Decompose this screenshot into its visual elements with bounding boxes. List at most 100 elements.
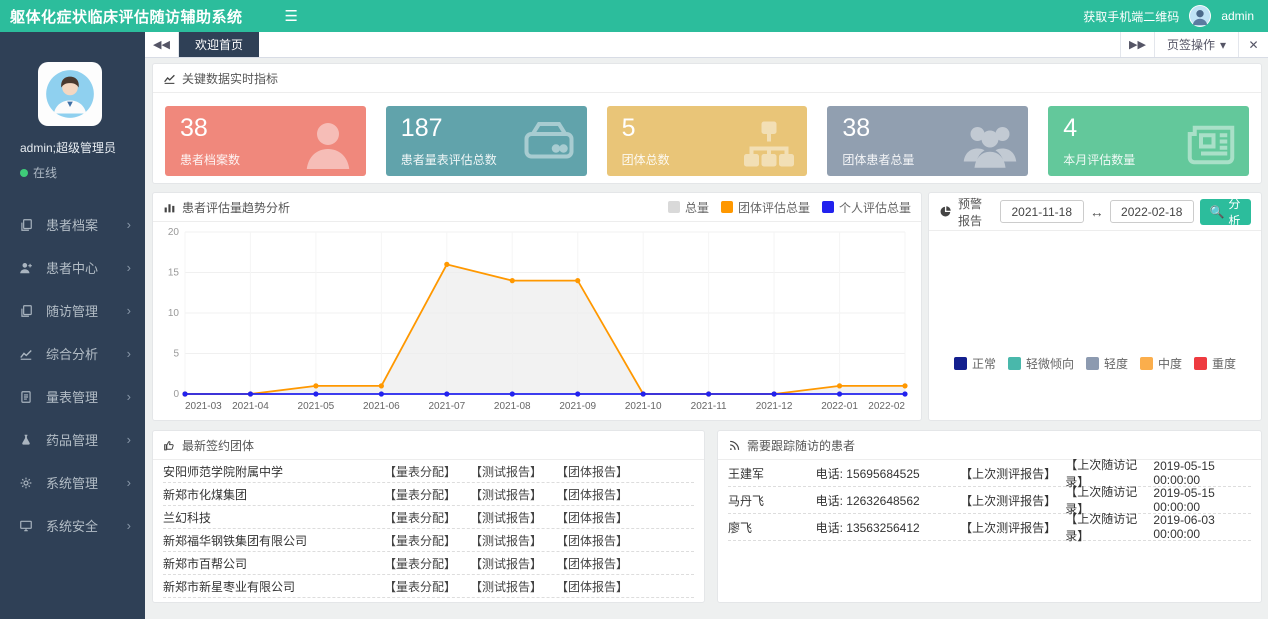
sidebar-item-7[interactable]: 系统安全›: [0, 504, 145, 547]
sidebar-item-5[interactable]: 药品管理›: [0, 418, 145, 461]
sidebar-item-label: 患者中心: [46, 258, 127, 277]
stat-card-0: 38患者档案数: [165, 106, 366, 176]
sidebar-item-6[interactable]: 系统管理›: [0, 461, 145, 504]
svg-text:5: 5: [173, 349, 179, 360]
last-assessment-report-link[interactable]: 【上次测评报告】: [960, 519, 1065, 536]
file-text-icon: [18, 390, 34, 404]
mobile-qr-link[interactable]: 获取手机端二维码: [1083, 8, 1179, 25]
sidebar-item-label: 量表管理: [46, 387, 127, 406]
user-avatar[interactable]: [1189, 5, 1211, 27]
date-to-input[interactable]: [1110, 200, 1194, 223]
last-assessment-report-link[interactable]: 【上次测评报告】: [960, 465, 1065, 482]
trend-legend-item-0[interactable]: 总量: [668, 199, 709, 216]
thumbs-up-icon: [163, 439, 176, 452]
group-name: 兰幻科技: [163, 509, 370, 526]
warning-chart-area: 正常轻微倾向轻度中度重度: [929, 231, 1261, 420]
followup-patients-panel: 需要跟踪随访的患者 王建军电话: 15695684525【上次测评报告】【上次随…: [717, 430, 1262, 603]
sidebar-item-label: 系统管理: [46, 473, 127, 492]
sidebar-item-2[interactable]: 随访管理›: [0, 289, 145, 332]
hamburger-menu-icon[interactable]: ☰: [285, 7, 298, 25]
stat-card-1: 187患者量表评估总数: [386, 106, 587, 176]
warning-legend-item-0[interactable]: 正常: [954, 355, 996, 372]
bar-chart-icon: [163, 201, 176, 214]
patient-phone: 电话: 15695684525: [816, 465, 961, 482]
trend-legend-item-2[interactable]: 个人评估总量: [822, 199, 911, 216]
last-assessment-report-link[interactable]: 【上次测评报告】: [960, 492, 1065, 509]
chevron-right-icon: ›: [127, 389, 131, 404]
legend-swatch: [822, 201, 834, 213]
svg-text:2022-01: 2022-01: [821, 401, 858, 412]
group-action-2-link[interactable]: 【团体报告】: [556, 532, 628, 549]
group-action-0-link[interactable]: 【量表分配】: [384, 509, 456, 526]
warning-legend-item-2[interactable]: 轻度: [1086, 355, 1128, 372]
group-action-0-link[interactable]: 【量表分配】: [384, 578, 456, 595]
stat-card-4: 4本月评估数量: [1048, 106, 1249, 176]
sidebar-item-label: 患者档案: [46, 215, 127, 234]
flask-icon: [18, 433, 34, 447]
sidebar-item-label: 随访管理: [46, 301, 127, 320]
group-action-2-link[interactable]: 【团体报告】: [556, 578, 628, 595]
sidebar-item-0[interactable]: 患者档案›: [0, 203, 145, 246]
sidebar-item-1[interactable]: 患者中心›: [0, 246, 145, 289]
patient-phone: 电话: 12632648562: [816, 492, 961, 509]
chevron-down-icon: ▾: [1220, 38, 1226, 52]
close-tab-button[interactable]: ✕: [1238, 32, 1268, 57]
patient-row-0: 王建军电话: 15695684525【上次测评报告】【上次随访记录】2019-0…: [728, 460, 1251, 487]
group-action-2-link[interactable]: 【团体报告】: [556, 486, 628, 503]
legend-label: 个人评估总量: [839, 199, 911, 216]
last-followup-record-link[interactable]: 【上次随访记录】: [1065, 510, 1149, 544]
warning-legend-item-4[interactable]: 重度: [1194, 355, 1236, 372]
users-icon: [960, 114, 1020, 174]
svg-text:0: 0: [173, 389, 179, 400]
sidebar-item-3[interactable]: 综合分析›: [0, 332, 145, 375]
range-arrow-icon: ↔: [1090, 204, 1104, 220]
panel-title: 患者评估量趋势分析: [182, 199, 290, 216]
tab-home[interactable]: 欢迎首页: [179, 32, 259, 57]
desktop-icon: [18, 519, 34, 533]
key-indicators-panel: 关键数据实时指标 38患者档案数187患者量表评估总数5团体总数38团体患者总量…: [152, 63, 1262, 184]
group-name: 新郑市化煤集团: [163, 486, 370, 503]
group-action-0-link[interactable]: 【量表分配】: [384, 555, 456, 572]
group-action-0-link[interactable]: 【量表分配】: [384, 463, 456, 480]
group-row-2: 兰幻科技【量表分配】【测试报告】【团体报告】: [163, 506, 694, 529]
analyze-button[interactable]: 🔍分析: [1200, 199, 1251, 225]
profile-avatar[interactable]: [38, 62, 102, 126]
tab-spacer: [259, 32, 1120, 57]
date-from-input[interactable]: [1000, 200, 1084, 223]
group-action-1-link[interactable]: 【测试报告】: [470, 463, 542, 480]
legend-label: 正常: [972, 355, 996, 372]
trend-line-chart[interactable]: 051015202021-032021-042021-052021-062021…: [153, 222, 919, 418]
group-name: 新郑市新星枣业有限公司: [163, 578, 370, 595]
app-header: 躯体化症状临床评估随访辅助系统 ☰ 获取手机端二维码 admin: [0, 0, 1268, 32]
group-action-0-link[interactable]: 【量表分配】: [384, 486, 456, 503]
sidebar-menu: 患者档案›患者中心›随访管理›综合分析›量表管理›药品管理›系统管理›系统安全›: [0, 203, 145, 547]
warning-legend-item-3[interactable]: 中度: [1140, 355, 1182, 372]
group-name: 新郑市百帮公司: [163, 555, 370, 572]
panel-title: 预警报告: [958, 195, 994, 229]
group-action-2-link[interactable]: 【团体报告】: [556, 555, 628, 572]
scroll-tabs-right-button[interactable]: ▶▶: [1120, 32, 1154, 57]
group-action-1-link[interactable]: 【测试报告】: [470, 532, 542, 549]
group-action-1-link[interactable]: 【测试报告】: [470, 486, 542, 503]
group-action-1-link[interactable]: 【测试报告】: [470, 555, 542, 572]
rss-icon: [728, 439, 741, 452]
username[interactable]: admin: [1221, 9, 1254, 23]
sidebar-item-4[interactable]: 量表管理›: [0, 375, 145, 418]
group-action-1-link[interactable]: 【测试报告】: [470, 509, 542, 526]
trend-legend-item-1[interactable]: 团体评估总量: [721, 199, 810, 216]
group-action-2-link[interactable]: 【团体报告】: [556, 509, 628, 526]
chart-line-icon: [18, 347, 34, 361]
tab-operations-dropdown[interactable]: 页签操作▾: [1154, 32, 1238, 57]
server-icon: [519, 114, 579, 174]
svg-text:2021-04: 2021-04: [232, 401, 269, 412]
pie-chart-icon: [939, 205, 952, 218]
sidebar-item-label: 药品管理: [46, 430, 127, 449]
panel-title: 关键数据实时指标: [182, 70, 278, 87]
profile-status: 在线: [20, 164, 145, 181]
chevron-right-icon: ›: [127, 303, 131, 318]
group-action-1-link[interactable]: 【测试报告】: [470, 578, 542, 595]
warning-legend-item-1[interactable]: 轻微倾向: [1008, 355, 1074, 372]
group-action-2-link[interactable]: 【团体报告】: [556, 463, 628, 480]
group-action-0-link[interactable]: 【量表分配】: [384, 532, 456, 549]
scroll-tabs-left-button[interactable]: ◀◀: [145, 32, 179, 57]
